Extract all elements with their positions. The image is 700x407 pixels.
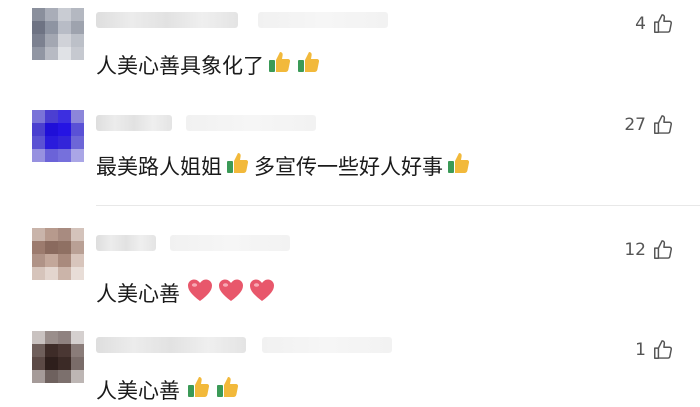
username-redacted[interactable]	[96, 115, 172, 131]
meta-redacted	[258, 12, 388, 28]
comment-item: 4 人美心善具象化了	[0, 0, 700, 95]
thumbs-up-emoji-icon	[186, 374, 212, 405]
thumbs-up-emoji-icon	[225, 150, 251, 181]
username-redacted[interactable]	[96, 235, 156, 251]
meta-redacted	[186, 115, 316, 131]
like-count: 4	[635, 14, 646, 34]
avatar[interactable]	[32, 8, 84, 60]
comment-text: 人美心善具象化了	[96, 49, 322, 80]
comment-text-segment: 多宣传一些好人好事	[254, 154, 443, 179]
thumbs-up-emoji-icon	[215, 374, 241, 405]
avatar[interactable]	[32, 228, 84, 280]
like-button[interactable]: 27	[624, 114, 674, 136]
comment-item: 12 人美心善	[0, 215, 700, 317]
thumbs-up-outline-icon	[652, 239, 674, 261]
comment-text-segment: 最美路人姐姐	[96, 154, 222, 179]
username-redacted[interactable]	[96, 12, 238, 28]
like-button[interactable]: 12	[624, 239, 674, 261]
like-button[interactable]: 4	[635, 13, 674, 35]
comment-text: 人美心善	[96, 374, 241, 405]
thumbs-up-emoji-icon	[296, 49, 322, 80]
avatar[interactable]	[32, 331, 84, 383]
meta-redacted	[262, 337, 392, 353]
comment-text-segment: 人美心善	[96, 378, 180, 403]
comment-item: 1 人美心善	[0, 317, 700, 407]
meta-redacted	[170, 235, 290, 251]
comment-text-segment: 人美心善具象化了	[96, 53, 264, 78]
thumbs-up-outline-icon	[652, 339, 674, 361]
thumbs-up-outline-icon	[652, 114, 674, 136]
avatar[interactable]	[32, 110, 84, 162]
like-button[interactable]: 1	[635, 339, 674, 361]
thumbs-up-emoji-icon	[267, 49, 293, 80]
comment-item: 27 最美路人姐姐 多宣传一些好人好事	[0, 95, 700, 205]
like-count: 27	[624, 115, 646, 135]
like-count: 12	[624, 240, 646, 260]
comment-text: 最美路人姐姐 多宣传一些好人好事	[96, 150, 472, 181]
heart-emoji-icon	[186, 277, 214, 308]
thumbs-up-outline-icon	[652, 13, 674, 35]
heart-emoji-icon	[217, 277, 245, 308]
heart-emoji-icon	[248, 277, 276, 308]
divider	[96, 205, 700, 206]
comment-text-segment: 人美心善	[96, 281, 180, 306]
like-count: 1	[635, 340, 646, 360]
thumbs-up-emoji-icon	[446, 150, 472, 181]
comment-text: 人美心善	[96, 277, 276, 308]
username-redacted[interactable]	[96, 337, 246, 353]
